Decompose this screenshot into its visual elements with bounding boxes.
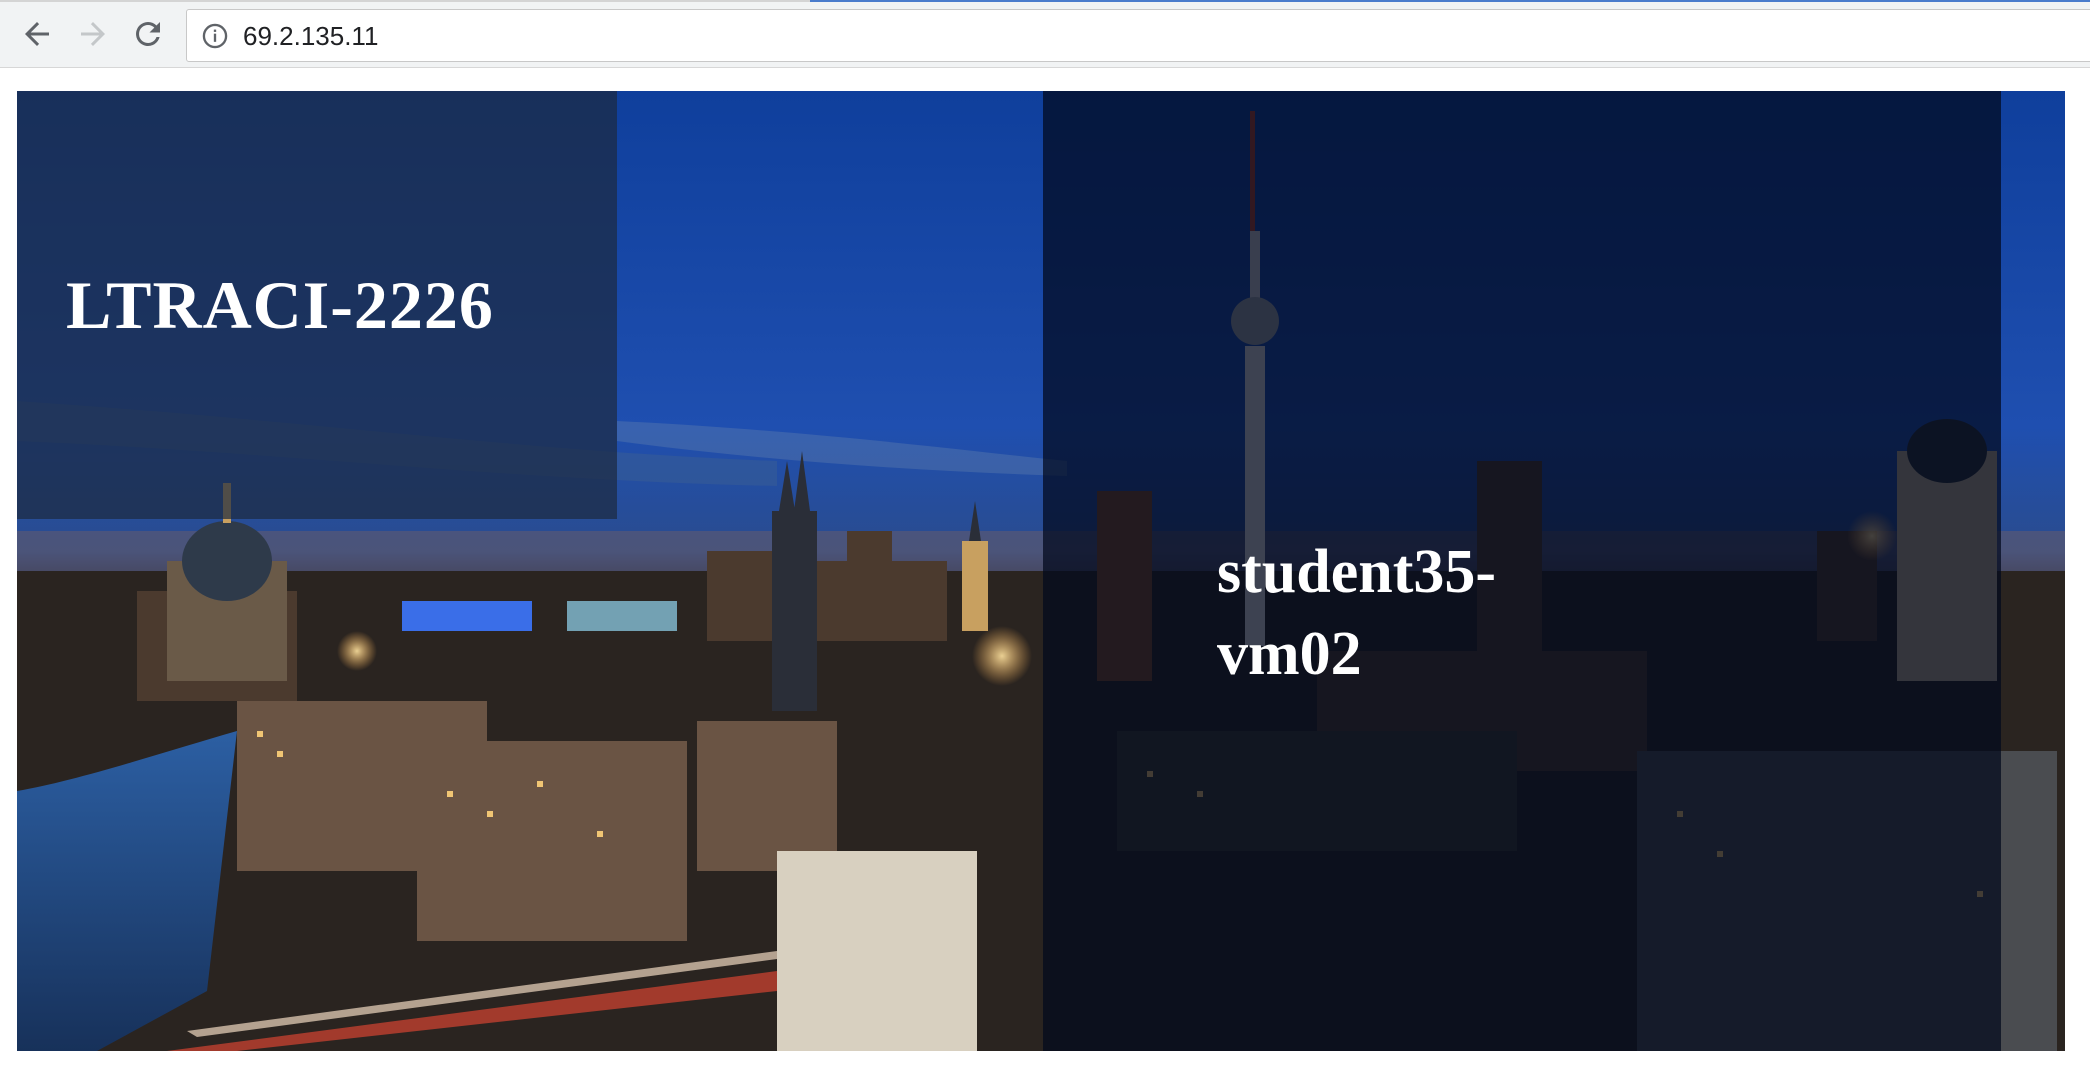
tab-strip-edge-active	[810, 0, 2090, 2]
reload-icon	[136, 22, 160, 46]
url-text: 69.2.135.11	[243, 21, 379, 51]
lab-name-heading: LTRACI-2226	[66, 267, 494, 343]
forward-button[interactable]	[69, 10, 117, 58]
page-viewport: LTRACI-2226 student35-vm02	[0, 69, 2090, 1073]
hero-background-image: LTRACI-2226 student35-vm02	[17, 91, 2065, 1051]
address-bar[interactable]: 69.2.135.11	[186, 9, 2090, 62]
forward-arrow-icon	[81, 22, 105, 46]
tab-strip-edge	[0, 0, 810, 2]
browser-toolbar: 69.2.135.11	[0, 0, 2090, 68]
vm-name-heading: student35-vm02	[1217, 538, 1497, 688]
back-arrow-icon	[25, 22, 49, 46]
back-button[interactable]	[13, 10, 61, 58]
reload-button[interactable]	[124, 10, 172, 58]
info-icon[interactable]	[201, 22, 229, 50]
